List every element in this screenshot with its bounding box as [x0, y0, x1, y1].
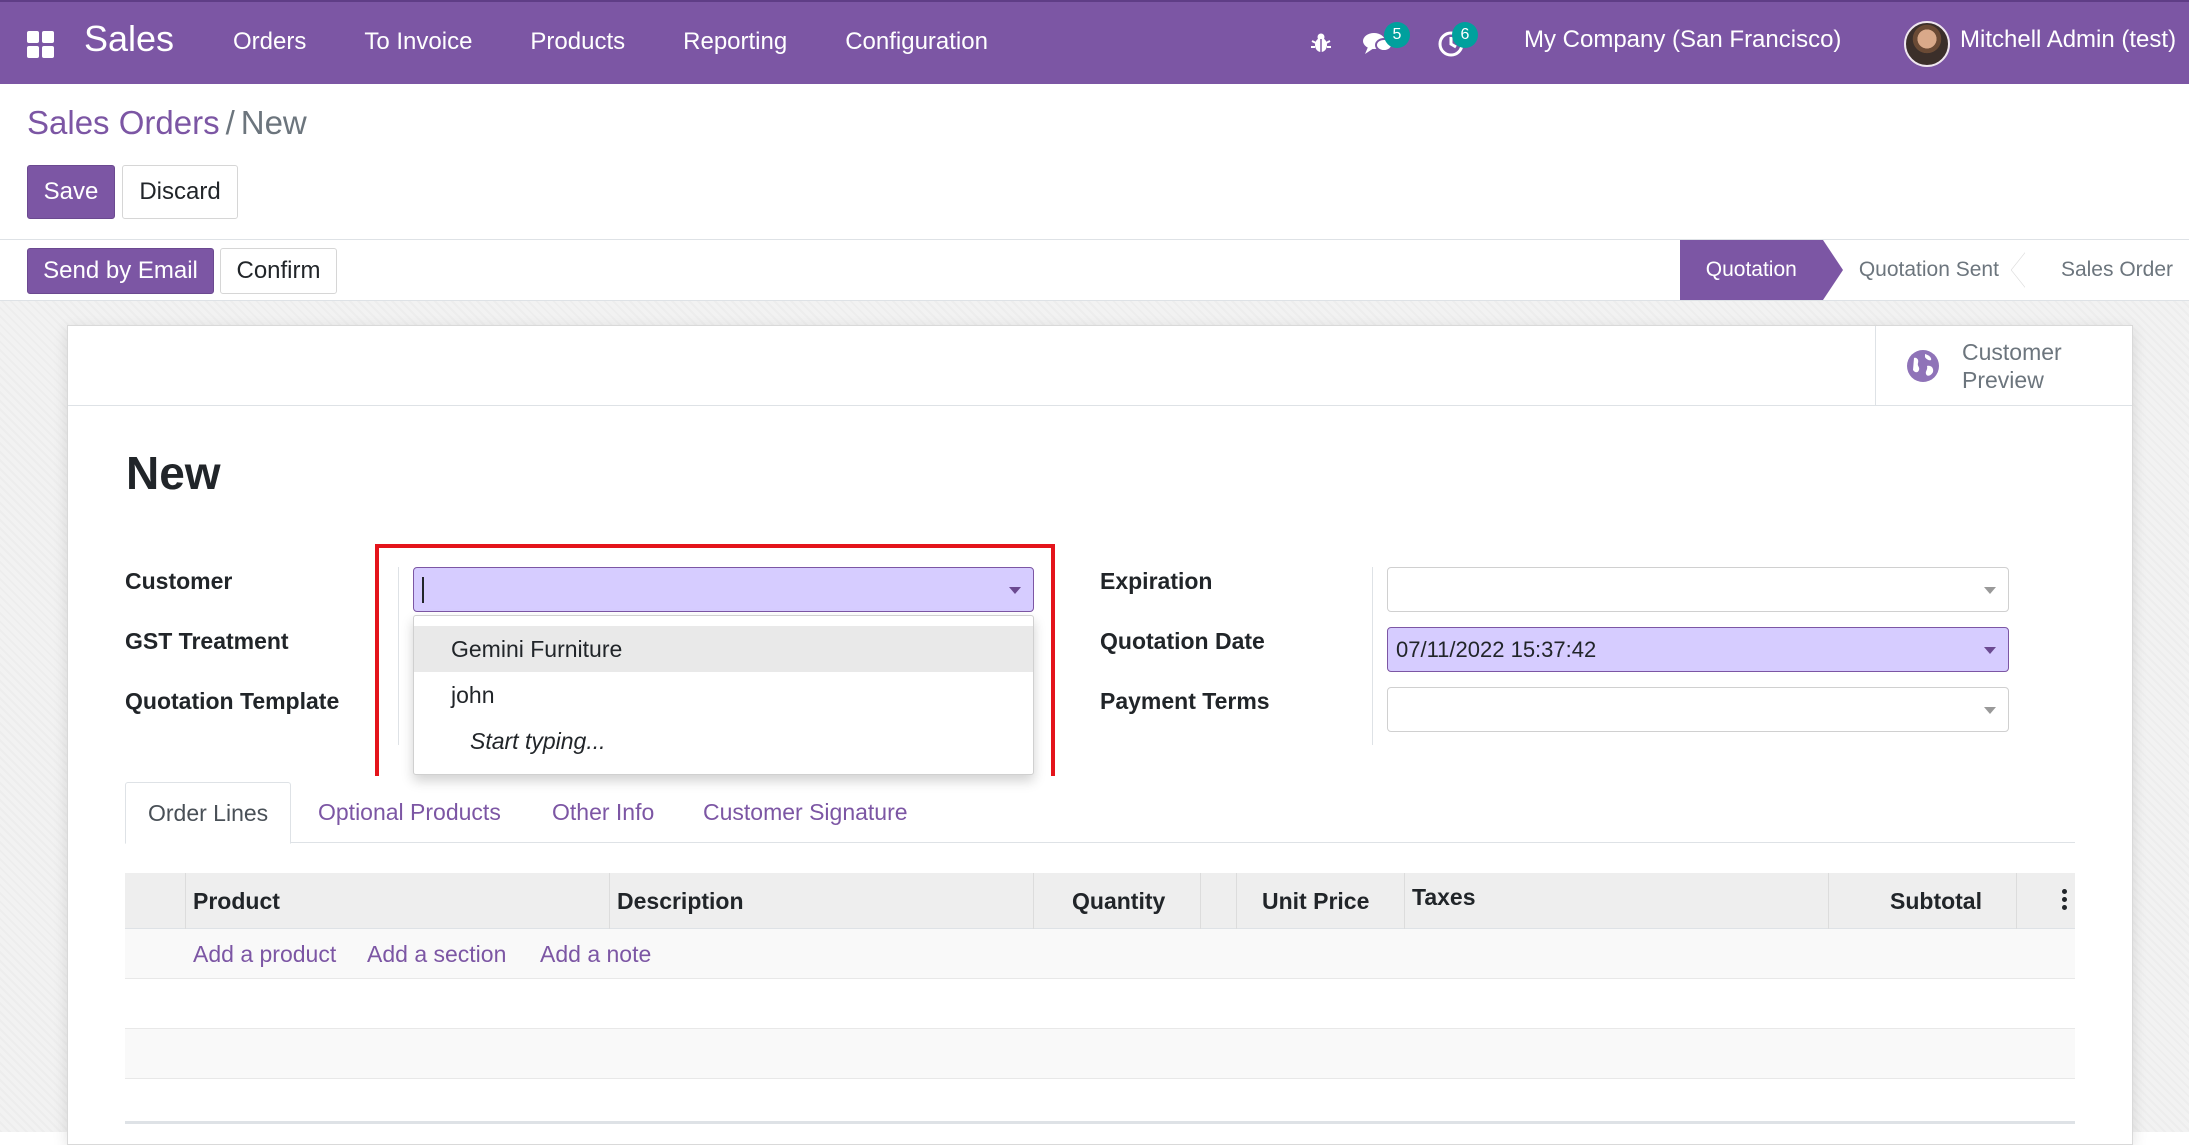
payment-terms-input[interactable]: [1387, 687, 2009, 732]
gst-treatment-label: GST Treatment: [125, 628, 289, 654]
menu-item-to-invoice[interactable]: To Invoice: [364, 28, 472, 56]
status-step-quotation-sent[interactable]: Quotation Sent: [1822, 240, 2036, 300]
globe-icon: [1907, 350, 1939, 382]
quotation-date-input[interactable]: 07/11/2022 15:37:42: [1387, 627, 2009, 672]
add-product-link[interactable]: Add a product: [193, 929, 336, 979]
column-separator: [609, 873, 610, 929]
tab-order-lines[interactable]: Order Lines: [125, 782, 292, 844]
column-taxes[interactable]: Taxes: [1412, 869, 1476, 925]
breadcrumb-sales-orders[interactable]: Sales Orders: [27, 104, 220, 141]
table-add-line-row: Add a product Add a section Add a note: [125, 929, 2075, 979]
column-separator: [1200, 873, 1201, 929]
column-separator: [1033, 873, 1034, 929]
column-quantity[interactable]: Quantity: [1072, 873, 1165, 929]
chevron-down-icon[interactable]: [1984, 647, 1996, 654]
main-menu: Orders To Invoice Products Reporting Con…: [233, 2, 1046, 82]
column-separator: [185, 873, 186, 929]
menu-item-configuration[interactable]: Configuration: [845, 28, 988, 56]
right-group-divider: [1372, 567, 1373, 745]
send-by-email-button[interactable]: Send by Email: [27, 248, 214, 294]
expiration-label: Expiration: [1100, 568, 1213, 594]
table-row: [125, 1029, 2075, 1079]
status-pipeline: Quotation Quotation Sent Sales Order: [1679, 240, 2189, 300]
chevron-down-icon[interactable]: [1009, 587, 1021, 594]
chevron-down-icon[interactable]: [1984, 587, 1996, 594]
column-unit-price[interactable]: Unit Price: [1262, 873, 1369, 929]
activities-count-badge: 6: [1452, 22, 1478, 48]
dropdown-hint-start-typing: Start typing...: [470, 727, 606, 754]
breadcrumb-current: New: [240, 104, 307, 141]
customer-autocomplete-dropdown: Gemini Furniture john Start typing...: [413, 615, 1034, 775]
tab-other-info[interactable]: Other Info: [552, 782, 654, 843]
user-menu[interactable]: Mitchell Admin (test): [1960, 26, 2176, 54]
notebook-tabs: Order Lines Optional Products Other Info…: [125, 782, 2075, 844]
record-title: New: [126, 447, 221, 499]
left-group-divider: [398, 567, 399, 745]
dropdown-option-gemini-furniture[interactable]: Gemini Furniture: [414, 626, 1033, 672]
menu-item-orders[interactable]: Orders: [233, 28, 306, 56]
optional-columns-kebab-icon[interactable]: [2062, 889, 2068, 911]
column-separator: [1236, 873, 1237, 929]
column-product[interactable]: Product: [193, 873, 280, 929]
save-button[interactable]: Save: [27, 165, 115, 219]
messages-count-badge: 5: [1384, 22, 1410, 48]
payment-terms-label: Payment Terms: [1100, 688, 1270, 714]
column-subtotal[interactable]: Subtotal: [1890, 873, 1982, 929]
text-cursor: [422, 576, 424, 603]
column-separator: [2016, 873, 2017, 929]
add-note-link[interactable]: Add a note: [540, 929, 651, 979]
add-section-link[interactable]: Add a section: [367, 929, 506, 979]
table-row: [125, 1079, 2075, 1124]
customer-input[interactable]: [413, 567, 1034, 612]
top-navbar: Sales Orders To Invoice Products Reporti…: [0, 0, 2189, 84]
menu-item-reporting[interactable]: Reporting: [683, 28, 787, 56]
user-avatar[interactable]: [1904, 21, 1950, 67]
customer-preview-button[interactable]: Customer Preview: [1875, 326, 2132, 406]
order-lines-header: Product Description Quantity Unit Price …: [125, 873, 2075, 929]
menu-item-products[interactable]: Products: [530, 28, 625, 56]
customer-label: Customer: [125, 568, 233, 594]
dropdown-option-john[interactable]: john: [414, 672, 1033, 718]
quotation-template-label: Quotation Template: [125, 688, 340, 714]
debug-bug-icon[interactable]: [1309, 31, 1333, 55]
column-separator: [1828, 873, 1829, 929]
customer-preview-label: Customer Preview: [1962, 339, 2062, 393]
discard-button[interactable]: Discard: [122, 165, 238, 219]
breadcrumb-separator: /: [225, 104, 235, 141]
expiration-input[interactable]: [1387, 567, 2009, 612]
table-row: [125, 979, 2075, 1029]
quotation-date-value: 07/11/2022 15:37:42: [1396, 636, 1597, 662]
app-name[interactable]: Sales: [84, 18, 174, 60]
tab-customer-signature[interactable]: Customer Signature: [703, 782, 908, 843]
column-separator: [1404, 873, 1405, 929]
breadcrumb: Sales Orders / New: [27, 104, 307, 142]
smart-button-box: Customer Preview: [68, 326, 2132, 406]
tab-optional-products[interactable]: Optional Products: [318, 782, 501, 843]
status-step-quotation[interactable]: Quotation: [1679, 240, 1843, 300]
confirm-button[interactable]: Confirm: [220, 248, 337, 294]
quotation-date-label: Quotation Date: [1100, 628, 1265, 654]
app-menu-grid-icon[interactable]: [27, 31, 55, 59]
form-statusbar: Send by Email Confirm Quotation Quotatio…: [0, 240, 2189, 301]
column-description[interactable]: Description: [617, 873, 744, 929]
status-step-sales-order[interactable]: Sales Order: [2024, 240, 2189, 300]
company-switcher[interactable]: My Company (San Francisco): [1524, 26, 1841, 54]
chevron-down-icon[interactable]: [1984, 707, 1996, 714]
